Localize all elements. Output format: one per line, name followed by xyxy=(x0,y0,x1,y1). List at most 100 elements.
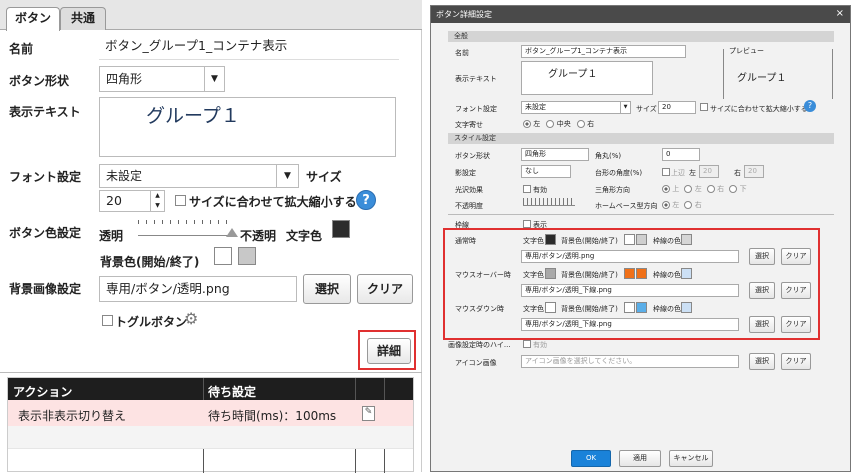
name-label: 名前 xyxy=(9,42,34,56)
shape-select[interactable]: 四角形 xyxy=(521,148,589,161)
gloss-checkbox[interactable] xyxy=(523,185,531,193)
text-color-swatch[interactable] xyxy=(545,234,556,245)
clear-button[interactable]: クリア xyxy=(781,282,811,299)
align-radio-group[interactable]: 左 中央 右 xyxy=(523,119,594,129)
border-color-swatch[interactable] xyxy=(681,268,692,279)
chevron-down-icon: ▼ xyxy=(276,165,298,187)
detail-dialog: ボタン詳細設定 × 全般 名前 ボタン_グループ1_コンテナ表示 表示テキスト … xyxy=(430,5,851,472)
select-button[interactable]: 選択 xyxy=(749,282,775,299)
clear-button[interactable]: クリア xyxy=(781,248,811,265)
border-checkbox[interactable] xyxy=(523,220,531,228)
border-color-swatch[interactable] xyxy=(681,302,692,313)
size-stepper[interactable]: 20 ▲ ▼ xyxy=(99,190,165,212)
radio-right[interactable] xyxy=(576,120,585,128)
image-disabled-checkbox[interactable] xyxy=(523,340,531,348)
help-icon[interactable]: ? xyxy=(356,190,376,210)
radio-tri-left[interactable] xyxy=(684,185,693,193)
bg-color-label: 背景色(開始/終了) xyxy=(561,237,618,245)
tab-button[interactable]: ボタン xyxy=(6,7,60,31)
slider-thumb-icon[interactable] xyxy=(226,228,238,237)
up-checkbox[interactable] xyxy=(662,168,670,176)
state-image-input[interactable]: 専用/ボタン/透明_下線.png xyxy=(521,318,739,331)
table-row xyxy=(8,426,413,449)
select-button[interactable]: 選択 xyxy=(749,316,775,333)
border-color-swatch[interactable] xyxy=(681,234,692,245)
name-input[interactable]: ボタン_グループ1_コンテナ表示 xyxy=(99,34,399,60)
ok-button[interactable]: OK xyxy=(571,450,611,467)
bg-image-input[interactable]: 専用/ボタン/透明.png xyxy=(99,276,297,302)
section-style: スタイル設定 xyxy=(448,133,834,144)
display-text-area[interactable]: グループ１ xyxy=(521,61,653,95)
icon-input[interactable]: アイコン画像を選択してください。 xyxy=(521,355,739,368)
bg-start-swatch[interactable] xyxy=(214,247,232,265)
gear-icon[interactable]: ⚙ xyxy=(184,310,202,328)
edit-icon[interactable]: ✎ xyxy=(362,406,375,421)
align-center-label: 中央 xyxy=(556,120,571,128)
stepper-arrows-icon[interactable]: ▲ ▼ xyxy=(150,191,164,211)
text-color-swatch[interactable] xyxy=(545,302,556,313)
preview-text: グループ１ xyxy=(737,73,787,84)
bg-start-swatch[interactable] xyxy=(624,234,635,245)
shape-select[interactable]: 四角形 ▼ xyxy=(99,66,225,92)
opacity-slider[interactable] xyxy=(523,198,575,206)
radio-home-right[interactable] xyxy=(684,201,693,209)
opacity-slider[interactable] xyxy=(138,220,230,236)
clear-button[interactable]: クリア xyxy=(357,274,413,304)
select-button[interactable]: 選択 xyxy=(749,353,775,370)
triangle-radio-group[interactable]: 上 左 右 下 xyxy=(662,184,747,194)
fit-size-checkbox[interactable] xyxy=(700,103,708,111)
divider xyxy=(0,372,422,373)
apply-button[interactable]: 適用 xyxy=(619,450,661,467)
state-image-input[interactable]: 専用/ボタン/透明_下線.png xyxy=(521,284,739,297)
text-color-swatch[interactable] xyxy=(332,220,350,238)
select-button[interactable]: 選択 xyxy=(749,248,775,265)
radio-center[interactable] xyxy=(546,120,555,128)
color-label: ボタン色設定 xyxy=(9,226,82,240)
bg-start-swatch[interactable] xyxy=(624,302,635,313)
cancel-button[interactable]: キャンセル xyxy=(669,450,713,467)
select-button[interactable]: 選択 xyxy=(303,274,351,304)
radio-tri-right[interactable] xyxy=(706,185,715,193)
bg-end-swatch[interactable] xyxy=(636,302,647,313)
text-color-label: 文字色 xyxy=(286,229,323,243)
tab-common[interactable]: 共通 xyxy=(60,7,106,30)
trap-right-input[interactable]: 20 xyxy=(744,165,764,178)
dialog-title: ボタン詳細設定 xyxy=(431,6,850,23)
chevron-down-icon[interactable]: ▼ xyxy=(620,101,631,114)
radio-up[interactable] xyxy=(662,185,670,193)
header-action: アクション xyxy=(13,385,73,399)
size-value: 20 xyxy=(106,193,122,208)
font-select[interactable]: 未設定 ▼ xyxy=(99,164,299,188)
bg-end-swatch[interactable] xyxy=(636,234,647,245)
clear-button[interactable]: クリア xyxy=(781,316,811,333)
trap-left-input[interactable]: 20 xyxy=(699,165,719,178)
help-icon[interactable]: ? xyxy=(804,100,816,112)
bg-end-swatch[interactable] xyxy=(636,268,647,279)
bg-start-swatch[interactable] xyxy=(624,268,635,279)
toggle-checkbox[interactable] xyxy=(102,315,113,326)
name-input[interactable]: ボタン_グループ1_コンテナ表示 xyxy=(521,45,686,58)
trap-right-label: 右 xyxy=(734,169,741,177)
bg-end-swatch[interactable] xyxy=(238,247,256,265)
text-color-swatch[interactable] xyxy=(545,268,556,279)
gloss-check-label: 有効 xyxy=(533,186,547,194)
radio-left[interactable] xyxy=(523,120,531,128)
radio-home-left[interactable] xyxy=(662,201,670,209)
fit-size-checkbox[interactable] xyxy=(175,195,186,206)
font-select[interactable]: 未設定 xyxy=(521,101,631,114)
size-stepper[interactable]: 20 xyxy=(658,101,696,114)
align-label: 文字寄せ xyxy=(455,121,483,129)
tri-left-label: 左 xyxy=(694,185,702,193)
radio-down[interactable] xyxy=(729,185,738,193)
close-icon[interactable]: × xyxy=(836,8,844,19)
corner-label: 角丸(%) xyxy=(595,152,622,160)
display-text-area[interactable]: グループ１ xyxy=(99,97,396,157)
detail-button[interactable]: 詳細 xyxy=(367,338,411,364)
state-image-input[interactable]: 専用/ボタン/透明.png xyxy=(521,250,739,263)
row-wait: 待ち時間(ms)：100ms xyxy=(208,409,337,423)
homebase-radio-group[interactable]: 左 右 xyxy=(662,200,702,210)
shadow-select[interactable]: なし xyxy=(521,165,571,178)
corner-stepper[interactable]: 0 xyxy=(662,148,700,161)
clear-button[interactable]: クリア xyxy=(781,353,811,370)
tri-up-label: 上 xyxy=(672,185,680,193)
